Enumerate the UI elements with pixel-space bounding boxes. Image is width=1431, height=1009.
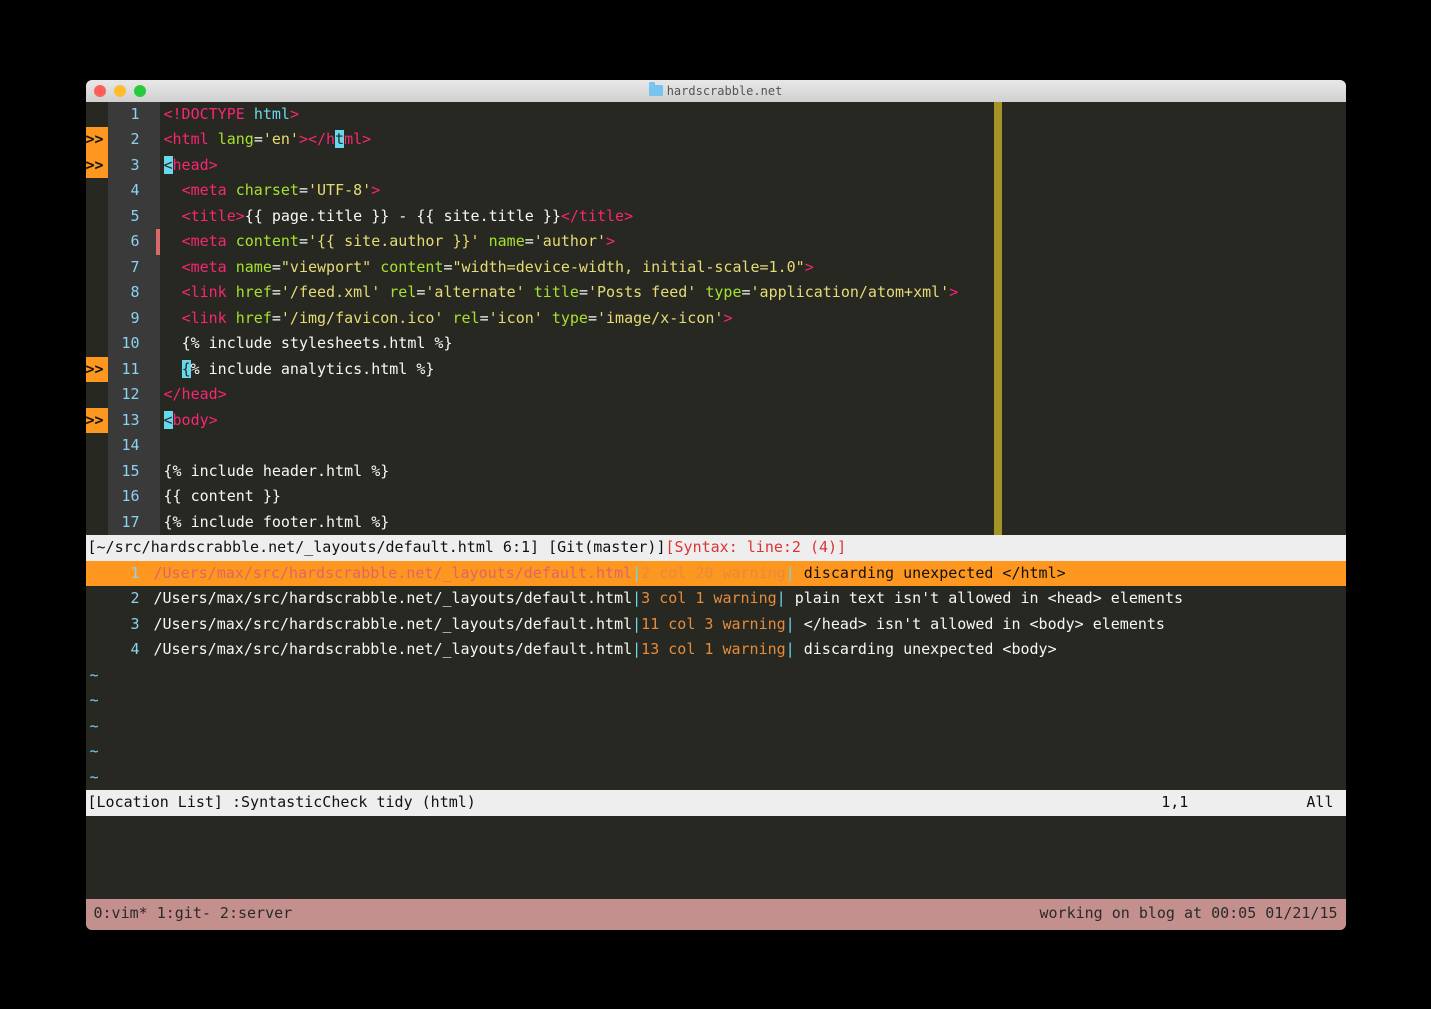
code-content[interactable] [160, 433, 1346, 459]
gutter-sign [86, 178, 108, 204]
code-line[interactable]: 16 {{ content }} [86, 484, 1346, 510]
code-line[interactable]: 15 {% include header.html %} [86, 459, 1346, 485]
line-number: 14 [108, 433, 150, 459]
gutter-sign: >> [86, 357, 108, 383]
code-content[interactable]: </head> [160, 382, 1346, 408]
code-content[interactable]: <html lang='en'></html> [160, 127, 1346, 153]
empty-line-tilde: ~ [86, 765, 1346, 791]
gutter-sign [86, 306, 108, 332]
loclist-item[interactable]: 4/Users/max/src/hardscrabble.net/_layout… [86, 637, 1346, 663]
line-number: 2 [108, 127, 150, 153]
line-number: 12 [108, 382, 150, 408]
gutter-sign [86, 459, 108, 485]
loclist-pos: 1,1 [1161, 793, 1188, 811]
code-content[interactable]: {% include stylesheets.html %} [160, 331, 1346, 357]
tmux-windows[interactable]: 0:vim* 1:git- 2:server [94, 901, 293, 927]
loclist-item[interactable]: 3/Users/max/src/hardscrabble.net/_layout… [86, 612, 1346, 638]
code-content[interactable]: <head> [160, 153, 1346, 179]
code-content[interactable]: {% include footer.html %} [160, 510, 1346, 536]
gutter-sign [86, 510, 108, 536]
location-list[interactable]: 1/Users/max/src/hardscrabble.net/_layout… [86, 561, 1346, 791]
gutter-sign [86, 102, 108, 128]
line-number: 8 [108, 280, 150, 306]
line-number: 17 [108, 510, 150, 536]
gutter-sign: >> [86, 153, 108, 179]
status-path: [~/src/hardscrabble.net/_layouts/default… [88, 535, 540, 561]
line-number: 7 [108, 255, 150, 281]
code-content[interactable]: {% include header.html %} [160, 459, 1346, 485]
gutter-sign: >> [86, 127, 108, 153]
status-line: [~/src/hardscrabble.net/_layouts/default… [86, 535, 1346, 561]
loclist-pct: All [1306, 793, 1333, 811]
gutter-sign [86, 331, 108, 357]
code-line[interactable]: 4 <meta charset='UTF-8'> [86, 178, 1346, 204]
code-content[interactable]: <link href='/feed.xml' rel='alternate' t… [160, 280, 1346, 306]
gutter-sign [86, 382, 108, 408]
line-number: 15 [108, 459, 150, 485]
loclist-status-left: [Location List] :SyntasticCheck tidy (ht… [88, 790, 476, 816]
code-content[interactable]: <meta content='{{ site.author }}' name='… [160, 229, 1346, 255]
empty-space [86, 816, 1346, 900]
code-content[interactable]: <meta name="viewport" content="width=dev… [160, 255, 1346, 281]
gutter-sign [86, 255, 108, 281]
code-line[interactable]: 1 <!DOCTYPE html> [86, 102, 1346, 128]
terminal-window: hardscrabble.net 1<!DOCTYPE html>>>2<htm… [86, 80, 1346, 930]
terminal-body[interactable]: 1<!DOCTYPE html>>>2<html lang='en'></htm… [86, 102, 1346, 930]
gutter-sign [86, 433, 108, 459]
code-line[interactable]: 6 <meta content='{{ site.author }}' name… [86, 229, 1346, 255]
code-content[interactable]: <!DOCTYPE html> [160, 102, 1346, 128]
window-title-text: hardscrabble.net [667, 84, 783, 98]
editor-pane[interactable]: 1<!DOCTYPE html>>>2<html lang='en'></htm… [86, 102, 1346, 536]
line-number: 10 [108, 331, 150, 357]
line-number: 9 [108, 306, 150, 332]
code-line[interactable]: >>3 <head> [86, 153, 1346, 179]
code-line[interactable]: 8 <link href='/feed.xml' rel='alternate'… [86, 280, 1346, 306]
line-number: 11 [108, 357, 150, 383]
tmux-right: working on blog at 00:05 01/21/15 [1039, 901, 1337, 927]
code-line[interactable]: 12 </head> [86, 382, 1346, 408]
line-number: 16 [108, 484, 150, 510]
gutter-sign [86, 484, 108, 510]
code-line[interactable]: 5 <title>{{ page.title }} - {{ site.titl… [86, 204, 1346, 230]
line-number: 13 [108, 408, 150, 434]
code-content[interactable]: <meta charset='UTF-8'> [160, 178, 1346, 204]
line-number: 6 [108, 229, 150, 255]
folder-icon [649, 85, 663, 96]
code-line[interactable]: 10 {% include stylesheets.html %} [86, 331, 1346, 357]
empty-line-tilde: ~ [86, 663, 1346, 689]
code-content[interactable]: <title>{{ page.title }} - {{ site.title … [160, 204, 1346, 230]
loclist-status: [Location List] :SyntasticCheck tidy (ht… [86, 790, 1346, 816]
code-line[interactable]: >>13 <body> [86, 408, 1346, 434]
code-line[interactable]: 7 <meta name="viewport" content="width=d… [86, 255, 1346, 281]
loclist-item[interactable]: 1/Users/max/src/hardscrabble.net/_layout… [86, 561, 1346, 587]
line-number: 1 [108, 102, 150, 128]
code-line[interactable]: >>11 {% include analytics.html %} [86, 357, 1346, 383]
status-git: [Git(master)] [539, 535, 665, 561]
code-line[interactable]: 9 <link href='/img/favicon.ico' rel='ico… [86, 306, 1346, 332]
gutter-sign [86, 229, 108, 255]
line-number: 3 [108, 153, 150, 179]
code-content[interactable]: <body> [160, 408, 1346, 434]
code-content[interactable]: <link href='/img/favicon.ico' rel='icon'… [160, 306, 1346, 332]
code-content[interactable]: {% include analytics.html %} [160, 357, 1346, 383]
code-line[interactable]: >>2 <html lang='en'></html> [86, 127, 1346, 153]
loclist-item[interactable]: 2/Users/max/src/hardscrabble.net/_layout… [86, 586, 1346, 612]
titlebar[interactable]: hardscrabble.net [86, 80, 1346, 102]
code-line[interactable]: 17 {% include footer.html %} [86, 510, 1346, 536]
empty-line-tilde: ~ [86, 739, 1346, 765]
status-syntax: [Syntax: line:2 (4)] [665, 535, 846, 561]
tmux-status[interactable]: 0:vim* 1:git- 2:server working on blog a… [86, 899, 1346, 930]
code-line[interactable]: 14 [86, 433, 1346, 459]
empty-line-tilde: ~ [86, 714, 1346, 740]
code-content[interactable]: {{ content }} [160, 484, 1346, 510]
line-number: 4 [108, 178, 150, 204]
window-title: hardscrabble.net [86, 84, 1346, 98]
gutter-sign: >> [86, 408, 108, 434]
empty-line-tilde: ~ [86, 688, 1346, 714]
line-number: 5 [108, 204, 150, 230]
gutter-sign [86, 204, 108, 230]
gutter-sign [86, 280, 108, 306]
